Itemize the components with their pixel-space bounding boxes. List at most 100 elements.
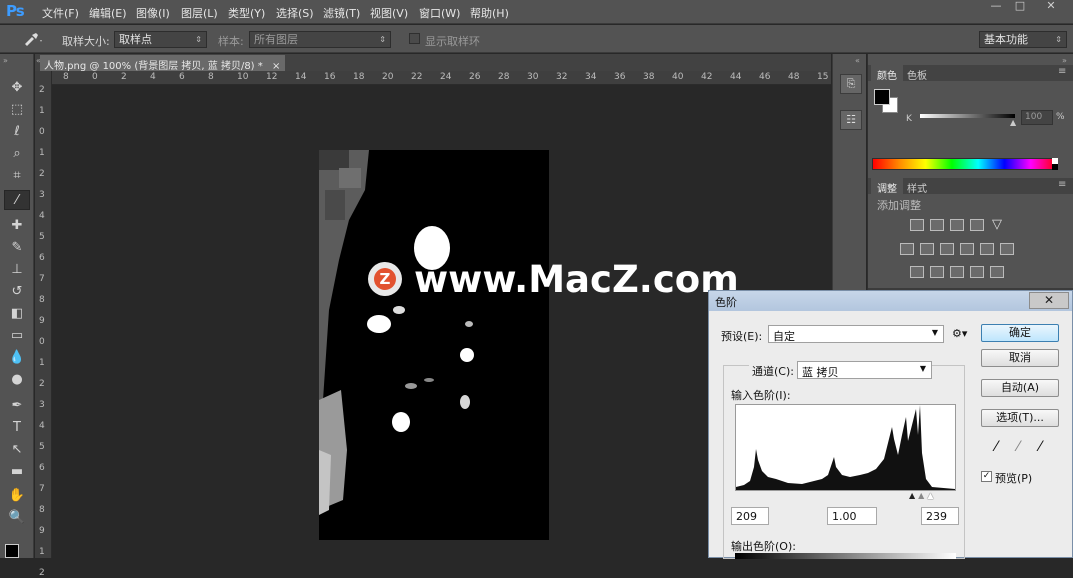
healing-brush-tool-icon[interactable]: ✚ xyxy=(4,216,30,236)
document-image[interactable] xyxy=(319,150,549,540)
sample-select[interactable]: 所有图层 ⇕ xyxy=(249,31,391,48)
updown-arrow-icon: ⇕ xyxy=(379,35,386,44)
options-button[interactable]: 选项(T)... xyxy=(981,409,1059,427)
input-black-field[interactable]: 209 xyxy=(731,507,769,525)
preset-select[interactable]: 自定 ▼ xyxy=(768,325,944,343)
slider-thumb-icon[interactable]: ▲ xyxy=(1010,118,1016,127)
panel-menu-icon[interactable]: ≡ xyxy=(1058,179,1066,190)
tab-swatches[interactable]: 色板 xyxy=(901,65,933,82)
menu-file[interactable]: 文件(F) xyxy=(42,5,79,21)
curves-adjust-icon[interactable] xyxy=(950,219,964,231)
pen-tool-icon[interactable]: ✒ xyxy=(4,396,30,416)
marquee-tool-icon[interactable]: ⬚ xyxy=(4,100,30,120)
dialog-close-button[interactable]: ✕ xyxy=(1029,292,1069,309)
tab-styles[interactable]: 样式 xyxy=(901,178,933,195)
menu-image[interactable]: 图像(I) xyxy=(136,5,170,21)
selective-color-adjust-icon[interactable] xyxy=(970,266,984,278)
workspace-select[interactable]: 基本功能 ⇕ xyxy=(979,31,1067,48)
color-spectrum-bar[interactable] xyxy=(872,158,1058,170)
crop-tool-icon[interactable]: ⌗ xyxy=(4,166,30,186)
move-tool-icon[interactable]: ✥ xyxy=(4,78,30,98)
stamp-tool-icon[interactable]: ⊥ xyxy=(4,260,30,280)
type-tool-icon[interactable]: T xyxy=(4,418,30,438)
menu-help[interactable]: 帮助(H) xyxy=(470,5,509,21)
lasso-tool-icon[interactable]: ℓ xyxy=(4,122,30,142)
k-value-input[interactable]: 100 xyxy=(1021,110,1053,125)
brush-tool-icon[interactable]: ✎ xyxy=(4,238,30,258)
history-brush-tool-icon[interactable]: ↺ xyxy=(4,282,30,302)
quick-select-tool-icon[interactable]: ⌕ xyxy=(4,144,30,164)
hand-tool-icon[interactable]: ✋ xyxy=(4,486,30,506)
ruler-tick-label: 4 xyxy=(150,72,156,82)
minimize-button[interactable]: — xyxy=(985,0,1007,14)
properties-panel-icon[interactable]: ☷ xyxy=(840,110,862,130)
channel-select[interactable]: 蓝 拷贝 ▼ xyxy=(797,361,932,379)
dialog-titlebar[interactable]: 色阶 xyxy=(709,291,1072,311)
channel-mixer-adjust-icon[interactable] xyxy=(980,243,994,255)
collapse-icon[interactable]: » xyxy=(3,56,8,65)
menu-layer[interactable]: 图层(L) xyxy=(181,5,218,21)
collapse-icon[interactable]: » xyxy=(1062,56,1067,65)
eyedropper-tool-icon[interactable]: ⁄ xyxy=(4,190,30,210)
threshold-adjust-icon[interactable] xyxy=(950,266,964,278)
photo-filter-adjust-icon[interactable] xyxy=(960,243,974,255)
eraser-tool-icon[interactable]: ◧ xyxy=(4,304,30,324)
history-panel-icon[interactable]: ⎘ xyxy=(840,74,862,94)
tab-adjustments[interactable]: 调整 xyxy=(871,178,903,195)
input-gamma-field[interactable]: 1.00 xyxy=(827,507,877,525)
show-ring-checkbox[interactable] xyxy=(409,33,420,44)
input-slider-handles[interactable]: ▲▲▲ xyxy=(909,491,936,500)
close-tab-icon[interactable]: × xyxy=(272,61,280,71)
shape-tool-icon[interactable]: ▬ xyxy=(4,462,30,482)
posterize-adjust-icon[interactable] xyxy=(930,266,944,278)
menu-view[interactable]: 视图(V) xyxy=(370,5,408,21)
dropdown-arrow-icon: ▼ xyxy=(931,328,938,337)
menu-select[interactable]: 选择(S) xyxy=(276,5,314,21)
close-window-button[interactable]: ✕ xyxy=(1040,0,1062,14)
ruler-tick-label: 6 xyxy=(39,253,45,263)
path-select-tool-icon[interactable]: ↖ xyxy=(4,440,30,460)
output-gradient-bar[interactable] xyxy=(735,553,956,559)
document-tab[interactable]: 人物.png @ 100% (背景图层 拷贝, 蓝 拷贝/8) * × xyxy=(40,55,285,71)
ruler-tick-label: 8 xyxy=(208,72,214,82)
maximize-button[interactable]: □ xyxy=(1009,0,1031,14)
color-lookup-adjust-icon[interactable] xyxy=(1000,243,1014,255)
collapse-icon[interactable]: « xyxy=(855,56,860,65)
gradient-tool-icon[interactable]: ▭ xyxy=(4,326,30,346)
hue-saturation-adjust-icon[interactable] xyxy=(900,243,914,255)
brightness-adjust-icon[interactable] xyxy=(910,219,924,231)
cancel-button[interactable]: 取消 xyxy=(981,349,1059,367)
preview-checkbox[interactable]: ✓ xyxy=(981,471,992,482)
blur-tool-icon[interactable]: 💧 xyxy=(4,348,30,368)
sample-size-select[interactable]: 取样点 ⇕ xyxy=(114,31,207,48)
exposure-adjust-icon[interactable] xyxy=(970,219,984,231)
auto-button[interactable]: 自动(A) xyxy=(981,379,1059,397)
menu-filter[interactable]: 滤镜(T) xyxy=(323,5,360,21)
black-point-eyedropper-icon[interactable]: ⁄ xyxy=(995,439,997,455)
preset-options-gear-icon[interactable]: ⚙▾ xyxy=(952,327,967,340)
menu-type[interactable]: 类型(Y) xyxy=(228,5,265,21)
foreground-color-swatch[interactable] xyxy=(874,89,890,105)
zoom-tool-icon[interactable]: 🔍 xyxy=(4,508,30,528)
gradient-map-adjust-icon[interactable] xyxy=(990,266,1004,278)
black-swatch[interactable] xyxy=(1052,164,1058,170)
eyedropper-icon[interactable] xyxy=(22,31,44,47)
dodge-tool-icon[interactable]: ● xyxy=(4,370,30,390)
ruler-tick-label: 2 xyxy=(121,72,127,82)
ok-button[interactable]: 确定 xyxy=(981,324,1059,342)
white-point-eyedropper-icon[interactable]: ⁄ xyxy=(1039,439,1041,455)
vibrance-adjust-icon[interactable]: ▽ xyxy=(992,217,1002,232)
invert-adjust-icon[interactable] xyxy=(910,266,924,278)
gray-point-eyedropper-icon[interactable]: ⁄ xyxy=(1017,439,1019,455)
menu-edit[interactable]: 编辑(E) xyxy=(89,5,127,21)
black-white-adjust-icon[interactable] xyxy=(940,243,954,255)
menu-window[interactable]: 窗口(W) xyxy=(419,5,460,21)
panel-menu-icon[interactable]: ≡ xyxy=(1058,66,1066,77)
ruler-tick-label: 42 xyxy=(701,72,713,82)
foreground-color-swatch[interactable] xyxy=(5,544,19,558)
tab-color[interactable]: 颜色 xyxy=(871,65,903,82)
color-balance-adjust-icon[interactable] xyxy=(920,243,934,255)
k-slider-track[interactable] xyxy=(920,114,1015,118)
input-white-field[interactable]: 239 xyxy=(921,507,959,525)
levels-adjust-icon[interactable] xyxy=(930,219,944,231)
